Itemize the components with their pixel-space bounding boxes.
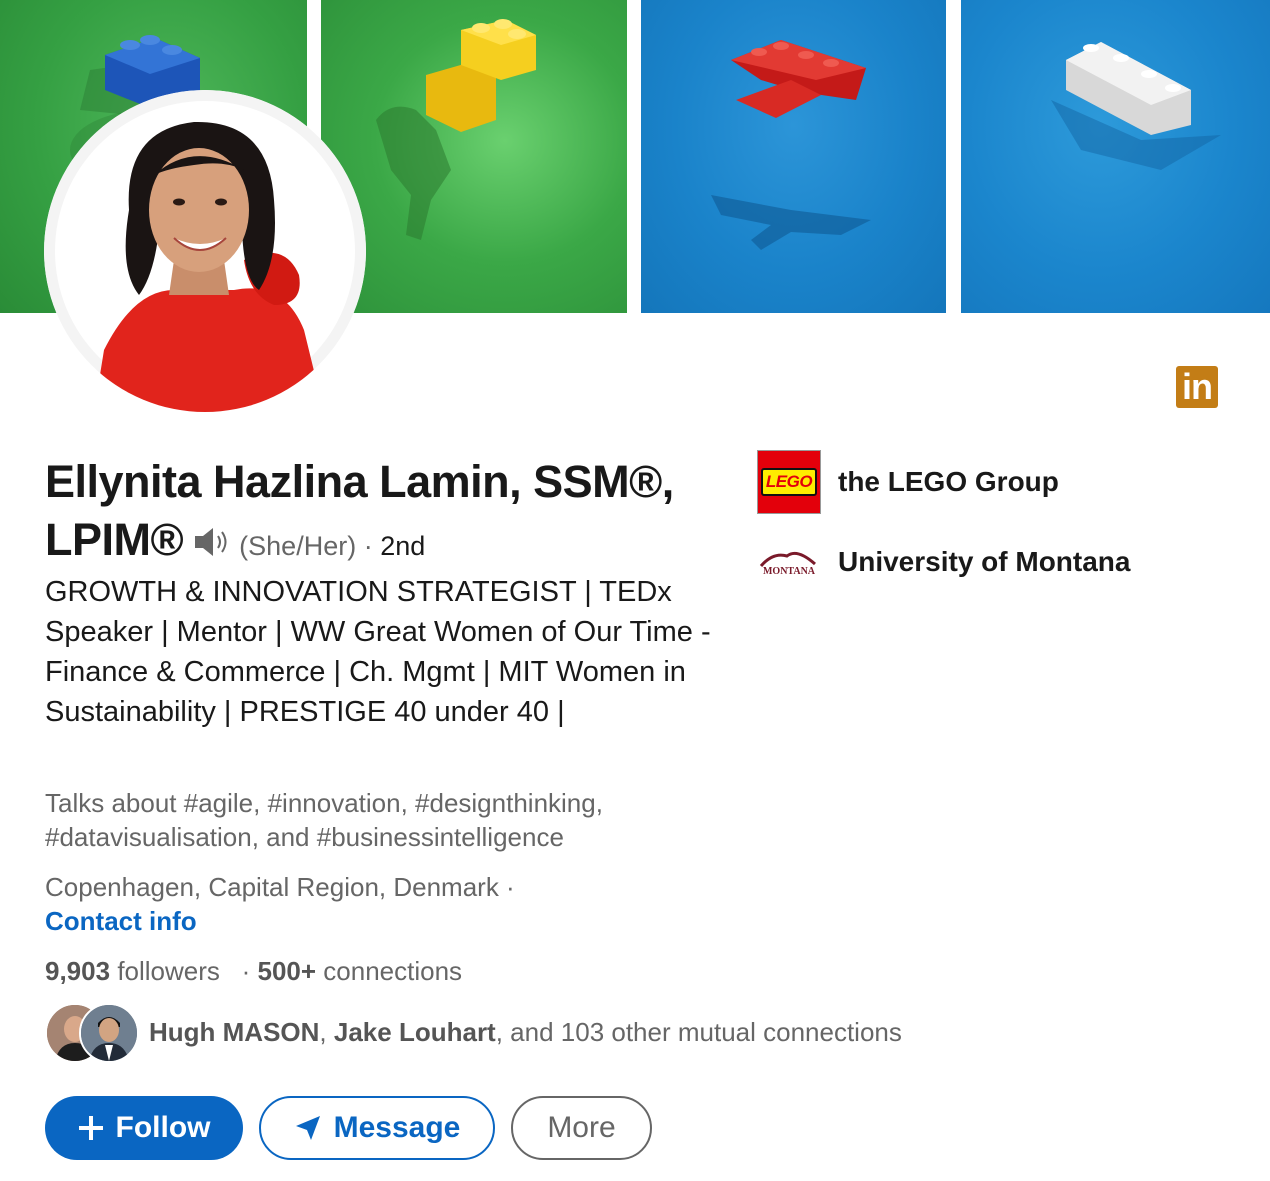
followers-count: 9,903 bbox=[45, 956, 111, 986]
mutual-connections-avatars[interactable] bbox=[45, 1003, 139, 1063]
send-icon bbox=[294, 1114, 322, 1142]
profile-photo[interactable] bbox=[44, 90, 366, 412]
connections-label: connections bbox=[323, 956, 463, 986]
stats-separator: · bbox=[241, 956, 251, 986]
follow-button[interactable]: Follow bbox=[45, 1096, 243, 1160]
profile-stats: 9,903 followers · 500+ connections bbox=[45, 954, 462, 988]
message-button-label: Message bbox=[333, 1111, 461, 1144]
linkedin-logo-icon: in bbox=[1176, 366, 1218, 408]
message-button[interactable]: Message bbox=[259, 1096, 495, 1160]
more-button[interactable]: More bbox=[511, 1096, 652, 1160]
degree-separator: · bbox=[363, 531, 373, 561]
svg-text:MONTANA: MONTANA bbox=[763, 566, 816, 577]
company-name: the LEGO Group bbox=[838, 466, 1059, 497]
lego-logo-icon: LEGO bbox=[757, 450, 821, 514]
profile-location: Copenhagen, Capital Region, Denmark · bbox=[45, 872, 515, 902]
connections-link[interactable]: 500+ connections bbox=[257, 956, 462, 986]
banner-panel-red-plane bbox=[641, 0, 946, 313]
mutual-avatar bbox=[79, 1003, 139, 1063]
school-name: University of Montana bbox=[838, 546, 1131, 577]
banner-panel-white-brick bbox=[961, 0, 1270, 313]
more-button-label: More bbox=[547, 1111, 616, 1144]
connections-count: 500+ bbox=[257, 956, 317, 986]
profile-headline: GROWTH & INNOVATION STRATEGIST | TEDx Sp… bbox=[45, 576, 711, 728]
plus-icon bbox=[78, 1115, 104, 1141]
profile-name: Ellynita Hazlina Lamin, SSM®, LPIM® (She/… bbox=[45, 453, 705, 575]
follow-button-label: Follow bbox=[115, 1111, 211, 1144]
followers-label: followers bbox=[117, 956, 220, 986]
university-of-montana-logo-icon: MONTANA bbox=[757, 530, 821, 594]
name-pronunciation-icon[interactable] bbox=[193, 514, 233, 572]
mutual-name: Jake Louhart bbox=[333, 1017, 496, 1047]
pronouns: (She/Her) bbox=[239, 531, 357, 561]
banner-panel-yellow-dinosaur bbox=[321, 0, 627, 313]
current-company[interactable]: LEGO the LEGO Group bbox=[757, 450, 1059, 514]
connection-degree: 2nd bbox=[380, 531, 426, 561]
mutual-name: Hugh MASON bbox=[149, 1017, 320, 1047]
education-school[interactable]: MONTANA University of Montana bbox=[757, 530, 1130, 594]
talks-about: Talks about #agile, #innovation, #design… bbox=[45, 788, 603, 852]
contact-info-link[interactable]: Contact info bbox=[45, 904, 197, 938]
mutual-connections-text[interactable]: Hugh MASON, Jake Louhart, and 103 other … bbox=[149, 1015, 902, 1049]
mutual-rest: , and 103 other mutual connections bbox=[495, 1017, 902, 1047]
